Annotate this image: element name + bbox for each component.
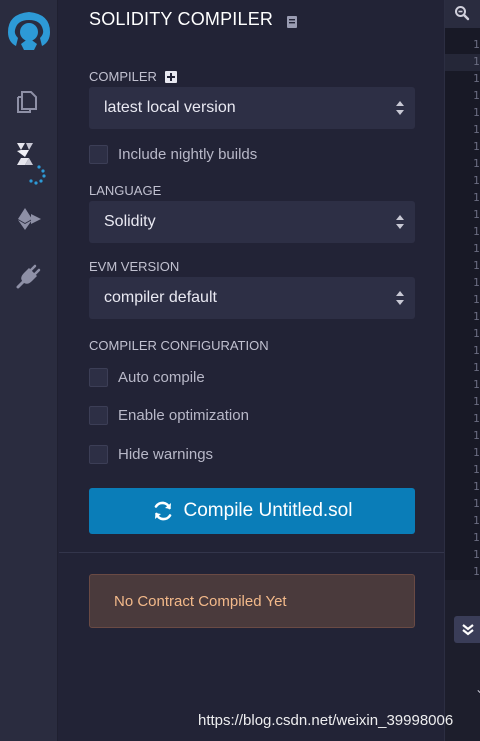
optimization-label: Enable optimization: [118, 406, 249, 424]
watermark: https://blog.csdn.net/weixin_39998006: [198, 712, 454, 729]
icon-rail: [0, 0, 58, 741]
line-number: 1: [473, 310, 480, 323]
compile-button[interactable]: Compile Untitled.sol: [89, 488, 415, 534]
add-compiler-icon[interactable]: [164, 70, 177, 83]
line-number: 1: [473, 89, 480, 102]
line-number: 1: [473, 259, 480, 272]
line-number: 1: [473, 106, 480, 119]
line-number: 1: [473, 497, 480, 510]
line-number: 1: [473, 276, 480, 289]
status-alert-text: No Contract Compiled Yet: [114, 592, 287, 610]
line-number: 1: [473, 225, 480, 238]
deploy-run-icon[interactable]: [0, 195, 58, 243]
line-number: 1: [473, 191, 480, 204]
file-explorer-icon[interactable]: [0, 78, 58, 126]
zoom-out-icon[interactable]: [454, 5, 470, 26]
line-number: 1: [473, 293, 480, 306]
line-number: 1: [473, 55, 480, 68]
editor-toolbar: [445, 0, 480, 28]
auto-compile-label: Auto compile: [118, 368, 205, 386]
solidity-compiler-icon[interactable]: [0, 138, 58, 186]
line-number: 1: [473, 429, 480, 442]
documentation-icon[interactable]: [285, 13, 299, 28]
remix-logo-icon[interactable]: [0, 4, 58, 56]
compile-button-label: Compile Untitled.sol: [183, 500, 353, 521]
plugin-manager-icon[interactable]: [0, 252, 58, 300]
language-select-value: Solidity: [104, 213, 156, 230]
line-number-gutter: 1 1 1 1 1 1 1 1 1 1 1 1 1 1 1 1 1 1 1 1 1 1 1 1 1 1 1 1 1 1 1 1: [445, 28, 480, 580]
language-label: LANGUAGE: [89, 183, 162, 198]
hide-warnings-checkbox[interactable]: [89, 444, 108, 464]
optimization-checkbox-row[interactable]: Enable optimization: [89, 405, 249, 425]
line-number: 1: [473, 531, 480, 544]
status-alert: No Contract Compiled Yet: [89, 574, 415, 628]
auto-compile-checkbox[interactable]: [89, 367, 108, 387]
line-number: 1: [473, 378, 480, 391]
language-select[interactable]: Solidity: [89, 201, 415, 243]
evm-section-label: EVM VERSION: [89, 259, 179, 274]
nightly-builds-checkbox[interactable]: [89, 144, 108, 164]
line-number: 1: [473, 361, 480, 374]
line-number: 1: [473, 344, 480, 357]
line-number: 1: [473, 463, 480, 476]
line-number: 1: [473, 480, 480, 493]
nightly-builds-label: Include nightly builds: [118, 145, 258, 163]
select-arrows-icon: [396, 291, 404, 305]
compiler-select[interactable]: latest local version: [89, 87, 415, 129]
optimization-checkbox[interactable]: [89, 405, 108, 425]
line-number: 1: [473, 412, 480, 425]
panel-header: SOLIDITY COMPILER: [89, 9, 299, 30]
panel-title: SOLIDITY COMPILER: [89, 9, 274, 29]
config-section-label: COMPILER CONFIGURATION: [89, 338, 269, 353]
editor-strip: 1 1 1 1 1 1 1 1 1 1 1 1 1 1 1 1 1 1 1 1 1 1 1 1 1 1 1 1 1 1 1 1 ⌄: [444, 0, 480, 741]
line-number: 1: [473, 123, 480, 136]
compiler-panel: SOLIDITY COMPILER COMPILER latest local …: [59, 0, 444, 741]
compiler-select-value: latest local version: [104, 99, 236, 116]
nightly-builds-checkbox-row[interactable]: Include nightly builds: [89, 144, 257, 164]
line-number: 1: [473, 208, 480, 221]
double-chevron-down-icon: [461, 623, 474, 635]
line-number: 1: [473, 72, 480, 85]
evm-label: EVM VERSION: [89, 259, 180, 274]
evm-select-value: compiler default: [104, 289, 217, 306]
line-number: 1: [473, 242, 480, 255]
line-number: 1: [473, 157, 480, 170]
language-section-label: LANGUAGE: [89, 183, 161, 198]
line-number: 1: [473, 565, 480, 578]
select-arrows-icon: [396, 101, 404, 115]
compiler-label: COMPILER: [89, 69, 157, 84]
line-number: 1: [473, 514, 480, 527]
line-number: 1: [473, 327, 480, 340]
chevron-down-icon: ⌄: [475, 682, 480, 696]
line-number: 1: [473, 395, 480, 408]
section-divider: [59, 552, 444, 553]
auto-compile-checkbox-row[interactable]: Auto compile: [89, 367, 205, 387]
line-number: 1: [473, 446, 480, 459]
line-number: 1: [473, 140, 480, 153]
line-number: 1: [473, 548, 480, 561]
refresh-icon: [154, 501, 171, 521]
select-arrows-icon: [396, 215, 404, 229]
line-number: 1: [473, 38, 480, 51]
compiler-section-label: COMPILER: [89, 69, 177, 84]
hide-warnings-label: Hide warnings: [118, 445, 214, 463]
config-label: COMPILER CONFIGURATION: [89, 338, 269, 353]
line-number: 1: [473, 174, 480, 187]
evm-version-select[interactable]: compiler default: [89, 277, 415, 319]
hide-warnings-checkbox-row[interactable]: Hide warnings: [89, 444, 213, 464]
expand-terminal-button[interactable]: [454, 616, 480, 643]
